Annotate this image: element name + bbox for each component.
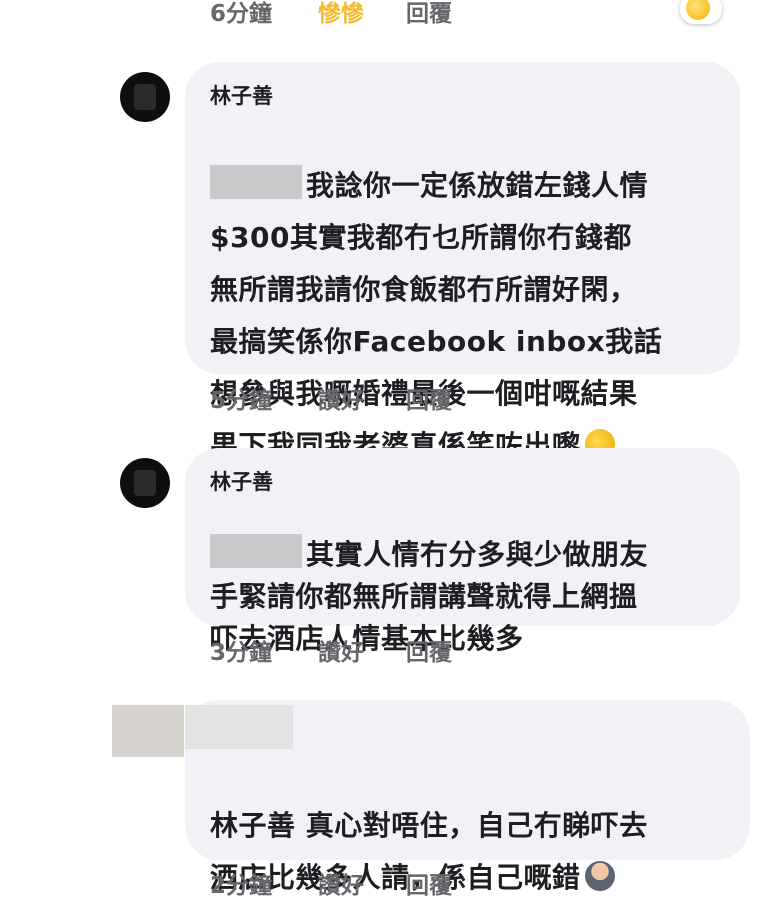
comment-body: 我諗你一定係放錯左錢人情 $300其實我都冇乜所謂你冇錢都 無所謂我請你食飯都冇… xyxy=(210,169,663,462)
person-bowing-emoji-icon xyxy=(584,861,615,891)
comment-text: 我諗你一定係放錯左錢人情 $300其實我都冇乜所謂你冇錢都 無所謂我請你食飯都冇… xyxy=(210,108,730,472)
reply-button[interactable]: 回覆 xyxy=(406,866,452,900)
blurred-avatar xyxy=(112,705,184,757)
like-button[interactable]: 讚好 xyxy=(318,381,406,415)
comment-time: 2分鐘 xyxy=(210,873,273,899)
comment-actions: 5分鐘 讚好 回覆 xyxy=(210,381,452,415)
comment-author[interactable]: 林子善 xyxy=(210,80,273,110)
reaction-label[interactable]: 慘慘 xyxy=(318,0,406,28)
comment-time: 6分鐘 xyxy=(210,1,273,27)
reply-button[interactable]: 回覆 xyxy=(406,381,452,415)
comment-actions: 2分鐘 讚好 回覆 xyxy=(210,866,452,900)
comment-time: 5分鐘 xyxy=(210,388,273,414)
like-button[interactable]: 讚好 xyxy=(318,633,406,667)
blurred-author xyxy=(185,705,293,749)
reply-button[interactable]: 回覆 xyxy=(406,633,452,667)
comment-actions: 3分鐘 讚好 回覆 xyxy=(210,633,452,667)
comment-time: 3分鐘 xyxy=(210,640,273,666)
redacted-name xyxy=(210,534,302,568)
avatar[interactable] xyxy=(120,72,170,122)
redacted-name xyxy=(210,165,302,199)
sad-face-icon[interactable] xyxy=(680,0,722,24)
like-button[interactable]: 讚好 xyxy=(318,866,406,900)
top-comment-actions: 6分鐘 慘慘 回覆 xyxy=(210,0,452,28)
avatar[interactable] xyxy=(120,458,170,508)
reply-button[interactable]: 回覆 xyxy=(406,0,452,28)
